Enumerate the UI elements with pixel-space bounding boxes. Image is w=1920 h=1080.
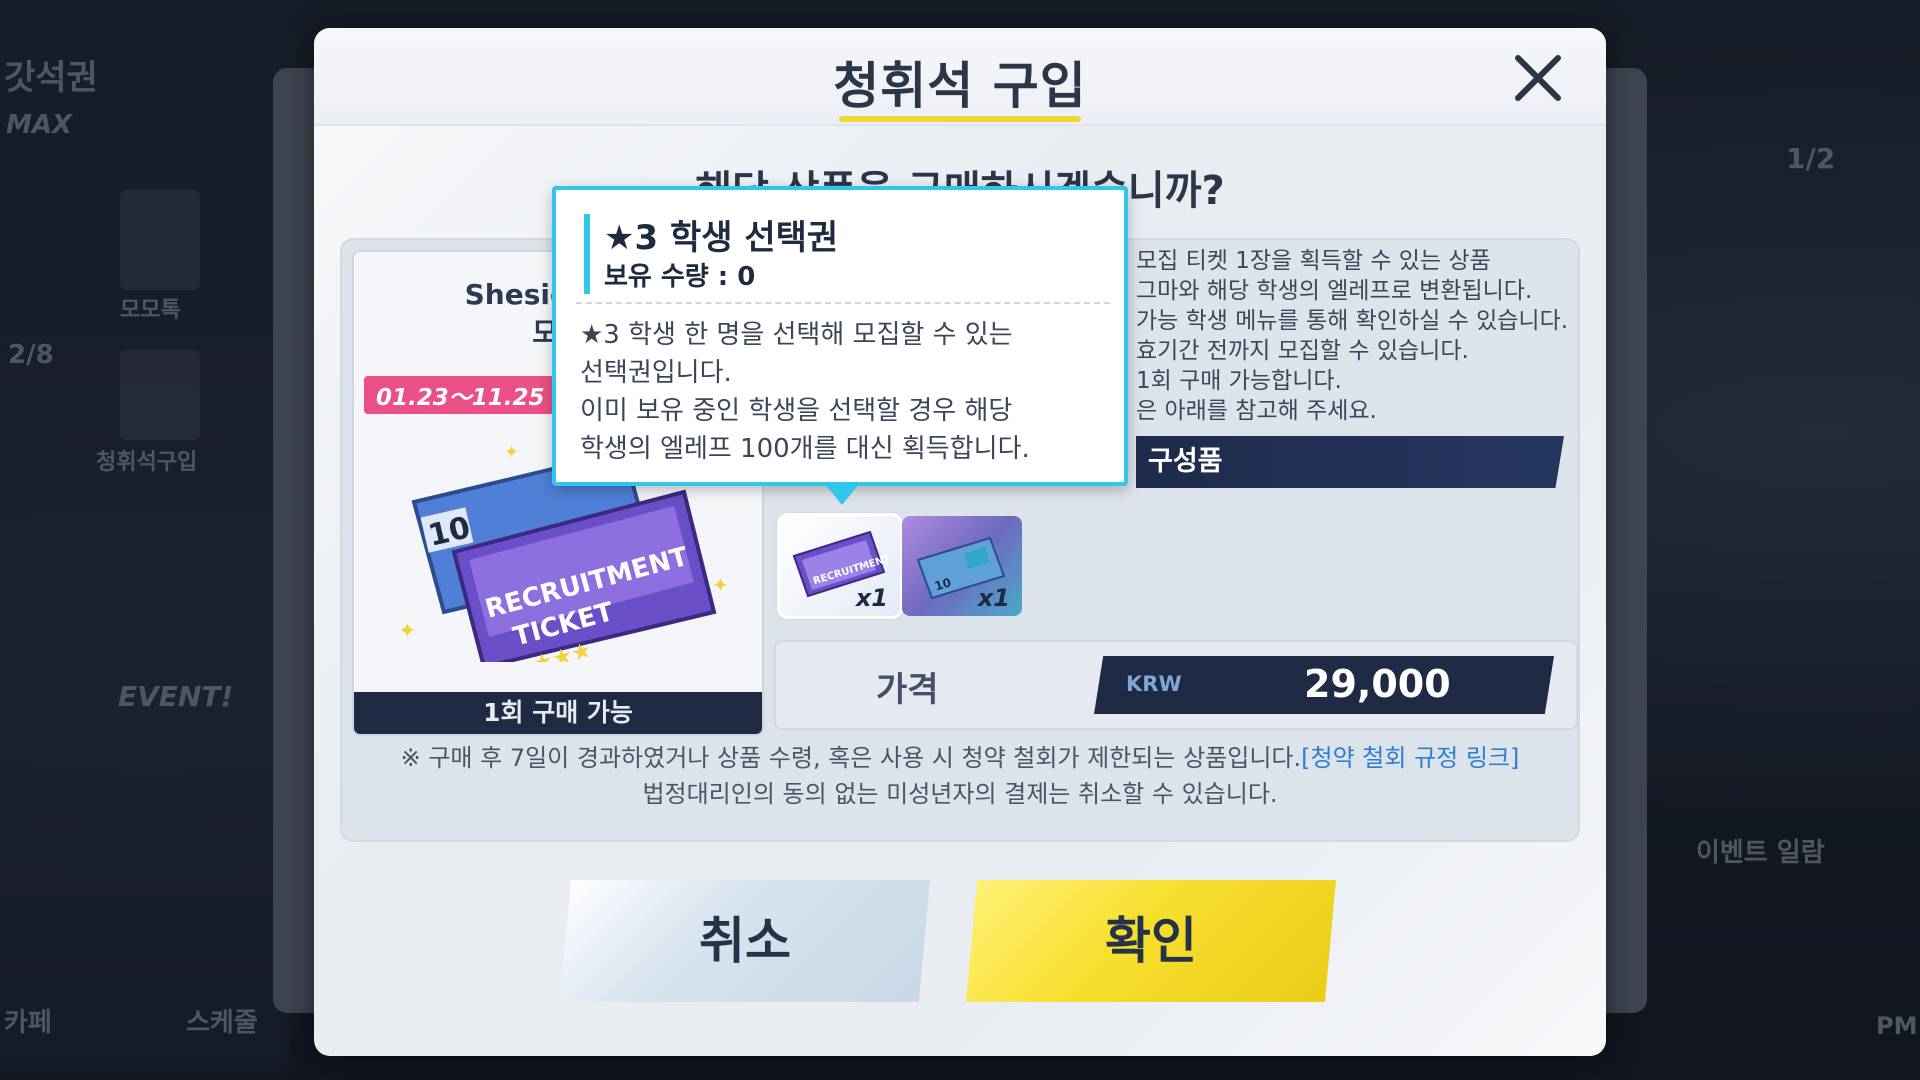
date-range-badge: 01.23～11.25	[364, 376, 557, 414]
description-line: 은 아래를 참고해 주세요.	[1136, 398, 1377, 424]
description-line: 효기간 전까지 모집할 수 있습니다.	[1136, 338, 1469, 364]
svg-text:✦: ✦	[504, 442, 519, 463]
modal-header: 청휘석 구입	[314, 28, 1606, 126]
contents-header: 구성품	[1136, 436, 1564, 488]
notice-line2: 법정대리인의 동의 없는 미성년자의 결제는 취소할 수 있습니다.	[642, 780, 1278, 808]
tooltip-description: ★3 학생 한 명을 선택해 모집할 수 있는 선택권입니다. 이미 보유 중인…	[580, 316, 1120, 468]
title-underline	[839, 116, 1081, 122]
item-quantity: x1	[855, 584, 888, 612]
cancel-button[interactable]: 취소	[560, 880, 930, 1002]
price-currency: KRW	[1126, 672, 1182, 696]
refund-notice: ※ 구매 후 7일이 경과하였거나 상품 수령, 혹은 사용 시 청약 철회가 …	[340, 740, 1580, 812]
item-slot-recruitment-ticket[interactable]: RECRUITMENT x1	[780, 516, 900, 616]
description-line: 가능 학생 메뉴를 통해 확인하실 수 있습니다.	[1136, 308, 1569, 334]
tooltip-desc-line: ★3 학생 한 명을 선택해 모집할 수 있는	[580, 320, 1013, 350]
confirm-button[interactable]: 확인	[966, 880, 1336, 1002]
price-label: 가격	[876, 670, 939, 710]
purchase-limit-label: 1회 구매 가능	[354, 692, 762, 734]
description-line: 그마와 해당 학생의 엘레프로 변환됩니다.	[1136, 278, 1533, 304]
price-value: 29,000	[1304, 662, 1451, 706]
tooltip-owned-count: 보유 수량 : 0	[604, 262, 756, 292]
description-line: 1회 구매 가능합니다.	[1136, 368, 1342, 394]
notice-line1: ※ 구매 후 7일이 경과하였거나 상품 수령, 혹은 사용 시 청약 철회가 …	[400, 744, 1302, 772]
close-button[interactable]	[1508, 48, 1568, 108]
tooltip-pointer	[824, 483, 860, 505]
item-slot-ten-ticket[interactable]: 10 x1	[902, 516, 1022, 616]
product-description: 모집 티켓 1장을 획득할 수 있는 상품 그마와 해당 학생의 엘레프로 변환…	[1136, 246, 1576, 426]
tooltip-desc-line: 이미 보유 중인 학생을 선택할 경우 해당	[580, 396, 1013, 426]
tooltip-divider	[576, 302, 1110, 304]
close-icon	[1515, 55, 1561, 101]
price-bar: KRW 29,000	[1094, 656, 1554, 714]
item-quantity: x1	[977, 584, 1010, 612]
svg-text:✦: ✦	[398, 619, 416, 644]
tooltip-title: ★3 학생 선택권	[604, 218, 839, 258]
withdrawal-policy-link[interactable]: [청약 철회 규정 링크]	[1301, 744, 1519, 772]
item-tooltip: ★3 학생 선택권 보유 수량 : 0 ★3 학생 한 명을 선택해 모집할 수…	[552, 186, 1128, 486]
modal-title: 청휘석 구입	[833, 57, 1087, 115]
description-line: 모집 티켓 1장을 획득할 수 있는 상품	[1136, 248, 1491, 274]
tooltip-desc-line: 학생의 엘레프 100개를 대신 획득합니다.	[580, 434, 1030, 464]
tooltip-accent-bar	[584, 214, 590, 294]
price-box: 가격 KRW 29,000	[774, 640, 1578, 730]
tooltip-desc-line: 선택권입니다.	[580, 358, 732, 388]
svg-text:✦: ✦	[712, 573, 729, 597]
purchase-modal: 청휘석 구입 해당 상품을 구매하시겠습니까? Sheside out 모집 0…	[314, 28, 1606, 1056]
